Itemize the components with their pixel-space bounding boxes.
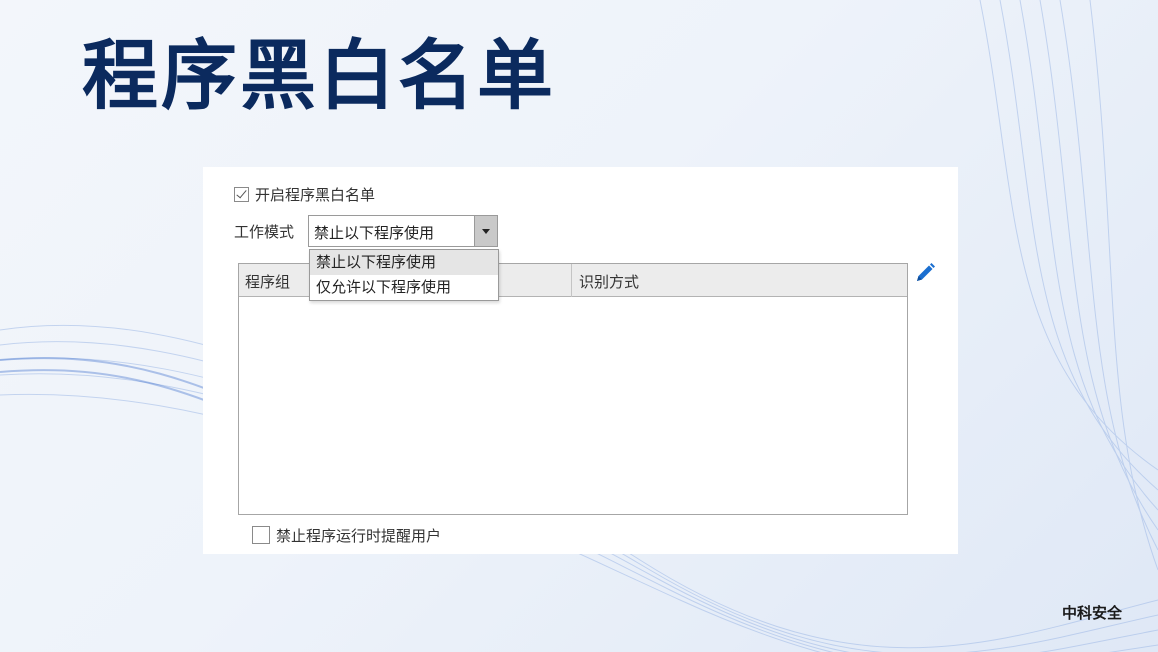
brand-logo-text: 中科安全	[1062, 604, 1123, 622]
caret-down-icon[interactable]	[474, 216, 497, 246]
settings-panel: 开启程序黑白名单 工作模式 禁止以下程序使用 程序组 识别方式 禁止以下程序使用…	[203, 167, 958, 554]
column-header-identify-method[interactable]: 识别方式	[579, 271, 639, 292]
work-mode-select[interactable]: 禁止以下程序使用	[308, 215, 498, 247]
column-header-program-group[interactable]: 程序组	[245, 271, 290, 292]
enable-blacklist-row[interactable]: 开启程序黑白名单	[234, 184, 375, 204]
notify-user-row[interactable]: 禁止程序运行时提醒用户	[252, 525, 441, 545]
work-mode-label: 工作模式	[234, 222, 295, 241]
enable-blacklist-label: 开启程序黑白名单	[255, 185, 376, 204]
work-mode-value: 禁止以下程序使用	[314, 224, 435, 242]
column-divider[interactable]	[571, 264, 572, 297]
pencil-icon[interactable]	[914, 262, 936, 284]
work-mode-dropdown-list: 禁止以下程序使用 仅允许以下程序使用	[309, 249, 499, 301]
notify-user-label: 禁止程序运行时提醒用户	[276, 526, 442, 545]
enable-blacklist-checkbox[interactable]	[234, 186, 249, 202]
dropdown-option-allow-only[interactable]: 仅允许以下程序使用	[310, 275, 498, 300]
notify-user-checkbox[interactable]	[252, 526, 270, 544]
slide-title: 程序黑白名单	[82, 31, 556, 120]
dropdown-option-deny[interactable]: 禁止以下程序使用	[310, 250, 498, 275]
work-mode-row: 工作模式	[234, 215, 294, 247]
